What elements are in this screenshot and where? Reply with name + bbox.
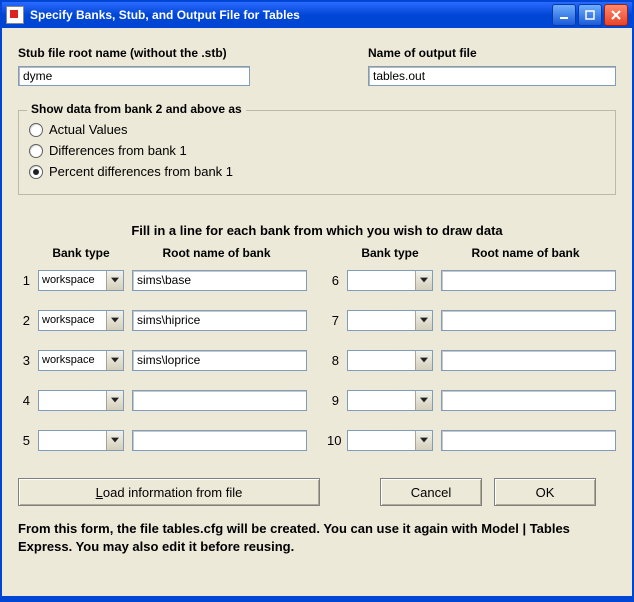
- chevron-down-icon[interactable]: [106, 431, 123, 450]
- radio-pct-label: Percent differences from bank 1: [49, 164, 233, 179]
- bank-name-input[interactable]: [132, 310, 307, 331]
- bank-number: 7: [327, 313, 339, 328]
- radio-pct-row[interactable]: Percent differences from bank 1: [29, 161, 605, 182]
- chevron-down-icon[interactable]: [106, 271, 123, 290]
- bank-name-input[interactable]: [441, 310, 616, 331]
- bank-name-input[interactable]: [441, 350, 616, 371]
- chevron-down-icon[interactable]: [415, 311, 432, 330]
- banks-left-col: Bank type Root name of bank 1workspace2w…: [18, 246, 307, 460]
- window-frame: Specify Banks, Stub, and Output File for…: [0, 0, 634, 602]
- bank-row: 1 workspace: [18, 260, 307, 300]
- bank-type-select[interactable]: workspace: [38, 310, 124, 331]
- bank-type-select[interactable]: workspace: [38, 270, 124, 291]
- bank-number: 3: [18, 353, 30, 368]
- bank-number: 10: [327, 433, 339, 448]
- radio-pct[interactable]: [29, 165, 43, 179]
- bank-number: 1: [18, 273, 30, 288]
- window-title: Specify Banks, Stub, and Output File for…: [30, 8, 552, 22]
- client-area: Stub file root name (without the .stb) N…: [2, 28, 632, 596]
- bank-type-select[interactable]: [38, 390, 124, 411]
- header-banktype-right: Bank type: [345, 246, 435, 260]
- maximize-button[interactable]: [578, 4, 602, 26]
- title-bar[interactable]: Specify Banks, Stub, and Output File for…: [2, 2, 632, 28]
- ok-button[interactable]: OK: [494, 478, 596, 506]
- bank-name-input[interactable]: [441, 270, 616, 291]
- bank-name-input[interactable]: [132, 390, 307, 411]
- bank-type-select[interactable]: [347, 350, 433, 371]
- bank-type-select[interactable]: workspace: [38, 350, 124, 371]
- bank-number: 6: [327, 273, 339, 288]
- banks-right-col: Bank type Root name of bank 6 7 8 9 10: [327, 246, 616, 460]
- bank-row: 6: [327, 260, 616, 300]
- bank-row: 5: [18, 420, 307, 460]
- cancel-button-label: Cancel: [411, 485, 451, 500]
- bank-number: 5: [18, 433, 30, 448]
- bank-name-input[interactable]: [441, 390, 616, 411]
- footnote-text: From this form, the file tables.cfg will…: [18, 520, 616, 555]
- app-icon: [6, 6, 24, 24]
- load-button-label: Load information from file: [96, 485, 243, 500]
- bank-row: 7: [327, 300, 616, 340]
- stub-label: Stub file root name (without the .stb): [18, 46, 250, 60]
- bank-type-select[interactable]: [347, 390, 433, 411]
- group-legend: Show data from bank 2 and above as: [27, 102, 246, 116]
- chevron-down-icon[interactable]: [415, 351, 432, 370]
- cancel-button[interactable]: Cancel: [380, 478, 482, 506]
- stub-input[interactable]: [18, 66, 250, 86]
- header-banktype-left: Bank type: [36, 246, 126, 260]
- chevron-down-icon[interactable]: [106, 351, 123, 370]
- display-mode-group: Show data from bank 2 and above as Actua…: [18, 110, 616, 195]
- bank-name-input[interactable]: [441, 430, 616, 451]
- bank-type-value: workspace: [39, 354, 106, 366]
- bank-number: 8: [327, 353, 339, 368]
- radio-diff-row[interactable]: Differences from bank 1: [29, 140, 605, 161]
- header-bankname-right: Root name of bank: [435, 246, 616, 260]
- bank-row: 10: [327, 420, 616, 460]
- bank-row: 3 workspace: [18, 340, 307, 380]
- bank-row: 4: [18, 380, 307, 420]
- close-button[interactable]: [604, 4, 628, 26]
- bank-number: 9: [327, 393, 339, 408]
- bank-type-value: workspace: [39, 274, 106, 286]
- chevron-down-icon[interactable]: [415, 271, 432, 290]
- bank-name-input[interactable]: [132, 270, 307, 291]
- bank-row: 8: [327, 340, 616, 380]
- minimize-button[interactable]: [552, 4, 576, 26]
- bank-number: 4: [18, 393, 30, 408]
- bank-name-input[interactable]: [132, 430, 307, 451]
- radio-actual[interactable]: [29, 123, 43, 137]
- chevron-down-icon[interactable]: [415, 431, 432, 450]
- bank-type-select[interactable]: [347, 430, 433, 451]
- chevron-down-icon[interactable]: [106, 391, 123, 410]
- header-bankname-left: Root name of bank: [126, 246, 307, 260]
- bank-type-select[interactable]: [347, 270, 433, 291]
- instruction-text: Fill in a line for each bank from which …: [18, 223, 616, 238]
- output-label: Name of output file: [368, 46, 616, 60]
- banks-grid: Bank type Root name of bank 1workspace2w…: [18, 246, 616, 460]
- load-from-file-button[interactable]: Load information from file: [18, 478, 320, 506]
- radio-actual-row[interactable]: Actual Values: [29, 119, 605, 140]
- radio-actual-label: Actual Values: [49, 122, 128, 137]
- bank-type-value: workspace: [39, 314, 106, 326]
- output-input[interactable]: [368, 66, 616, 86]
- radio-diff[interactable]: [29, 144, 43, 158]
- bank-type-select[interactable]: [347, 310, 433, 331]
- bank-type-select[interactable]: [38, 430, 124, 451]
- bank-number: 2: [18, 313, 30, 328]
- ok-button-label: OK: [536, 485, 555, 500]
- bank-row: 9: [327, 380, 616, 420]
- bank-row: 2 workspace: [18, 300, 307, 340]
- radio-diff-label: Differences from bank 1: [49, 143, 187, 158]
- bank-name-input[interactable]: [132, 350, 307, 371]
- chevron-down-icon[interactable]: [415, 391, 432, 410]
- chevron-down-icon[interactable]: [106, 311, 123, 330]
